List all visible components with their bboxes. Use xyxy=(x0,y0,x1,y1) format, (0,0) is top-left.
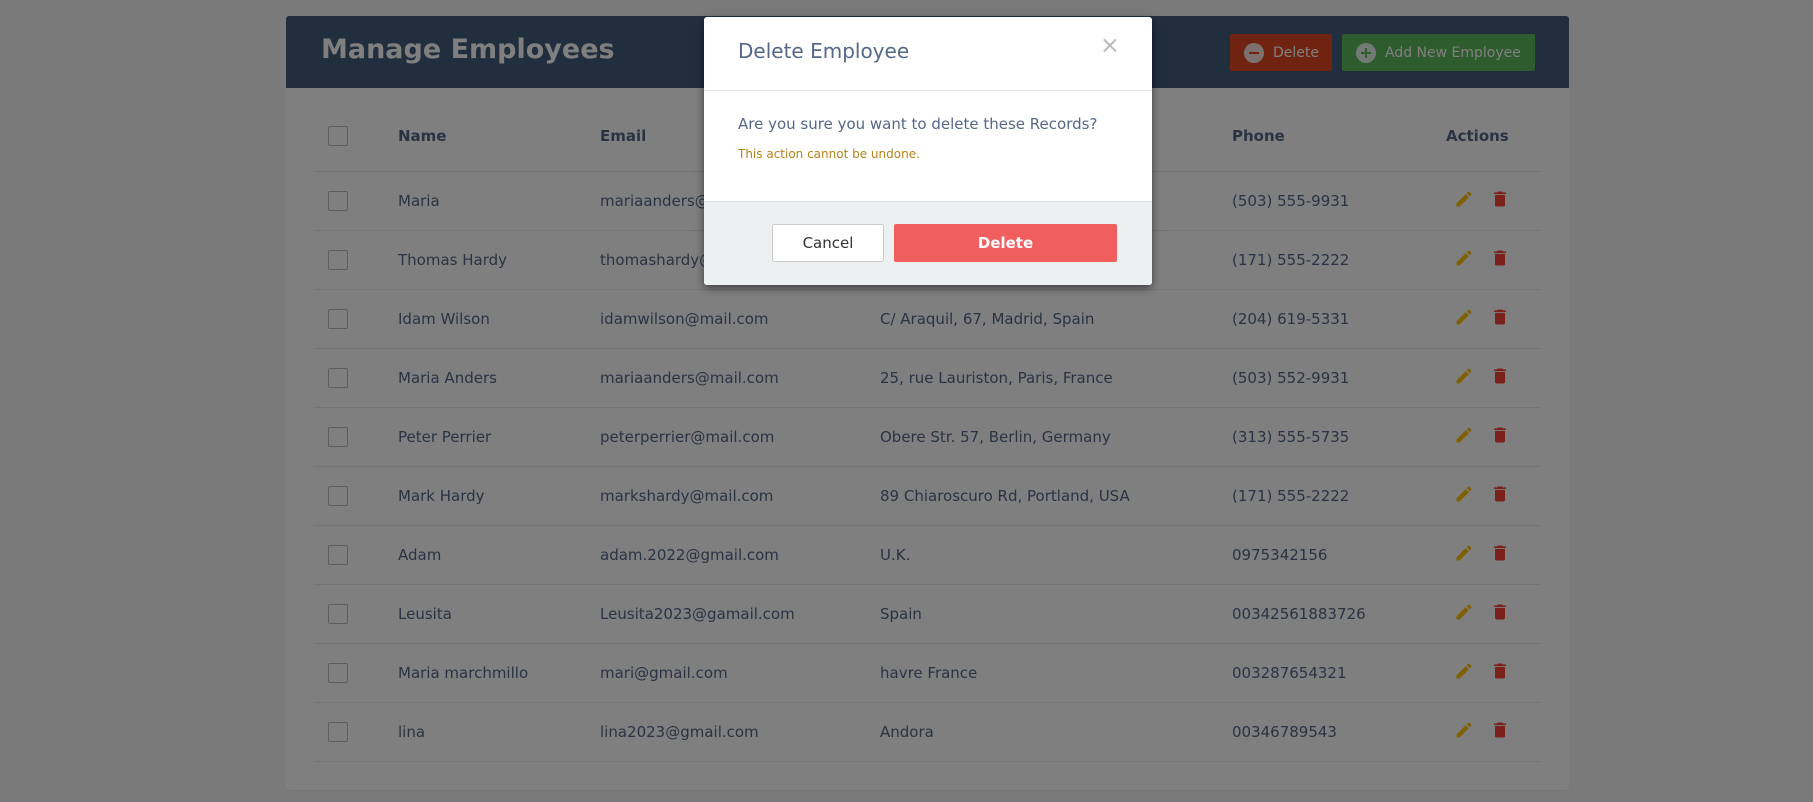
modal-title: Delete Employee xyxy=(738,39,910,63)
cancel-button[interactable]: Cancel xyxy=(772,224,884,262)
modal-body: Are you sure you want to delete these Re… xyxy=(704,91,1152,201)
modal-header: Delete Employee × xyxy=(704,17,1152,91)
warning-message: This action cannot be undone. xyxy=(738,147,920,161)
confirm-delete-button[interactable]: Delete xyxy=(894,224,1117,262)
modal-footer: Cancel Delete xyxy=(704,201,1152,285)
confirm-message: Are you sure you want to delete these Re… xyxy=(738,115,1098,133)
delete-employee-modal: Delete Employee × Are you sure you want … xyxy=(704,17,1152,285)
close-icon[interactable]: × xyxy=(1100,33,1120,57)
